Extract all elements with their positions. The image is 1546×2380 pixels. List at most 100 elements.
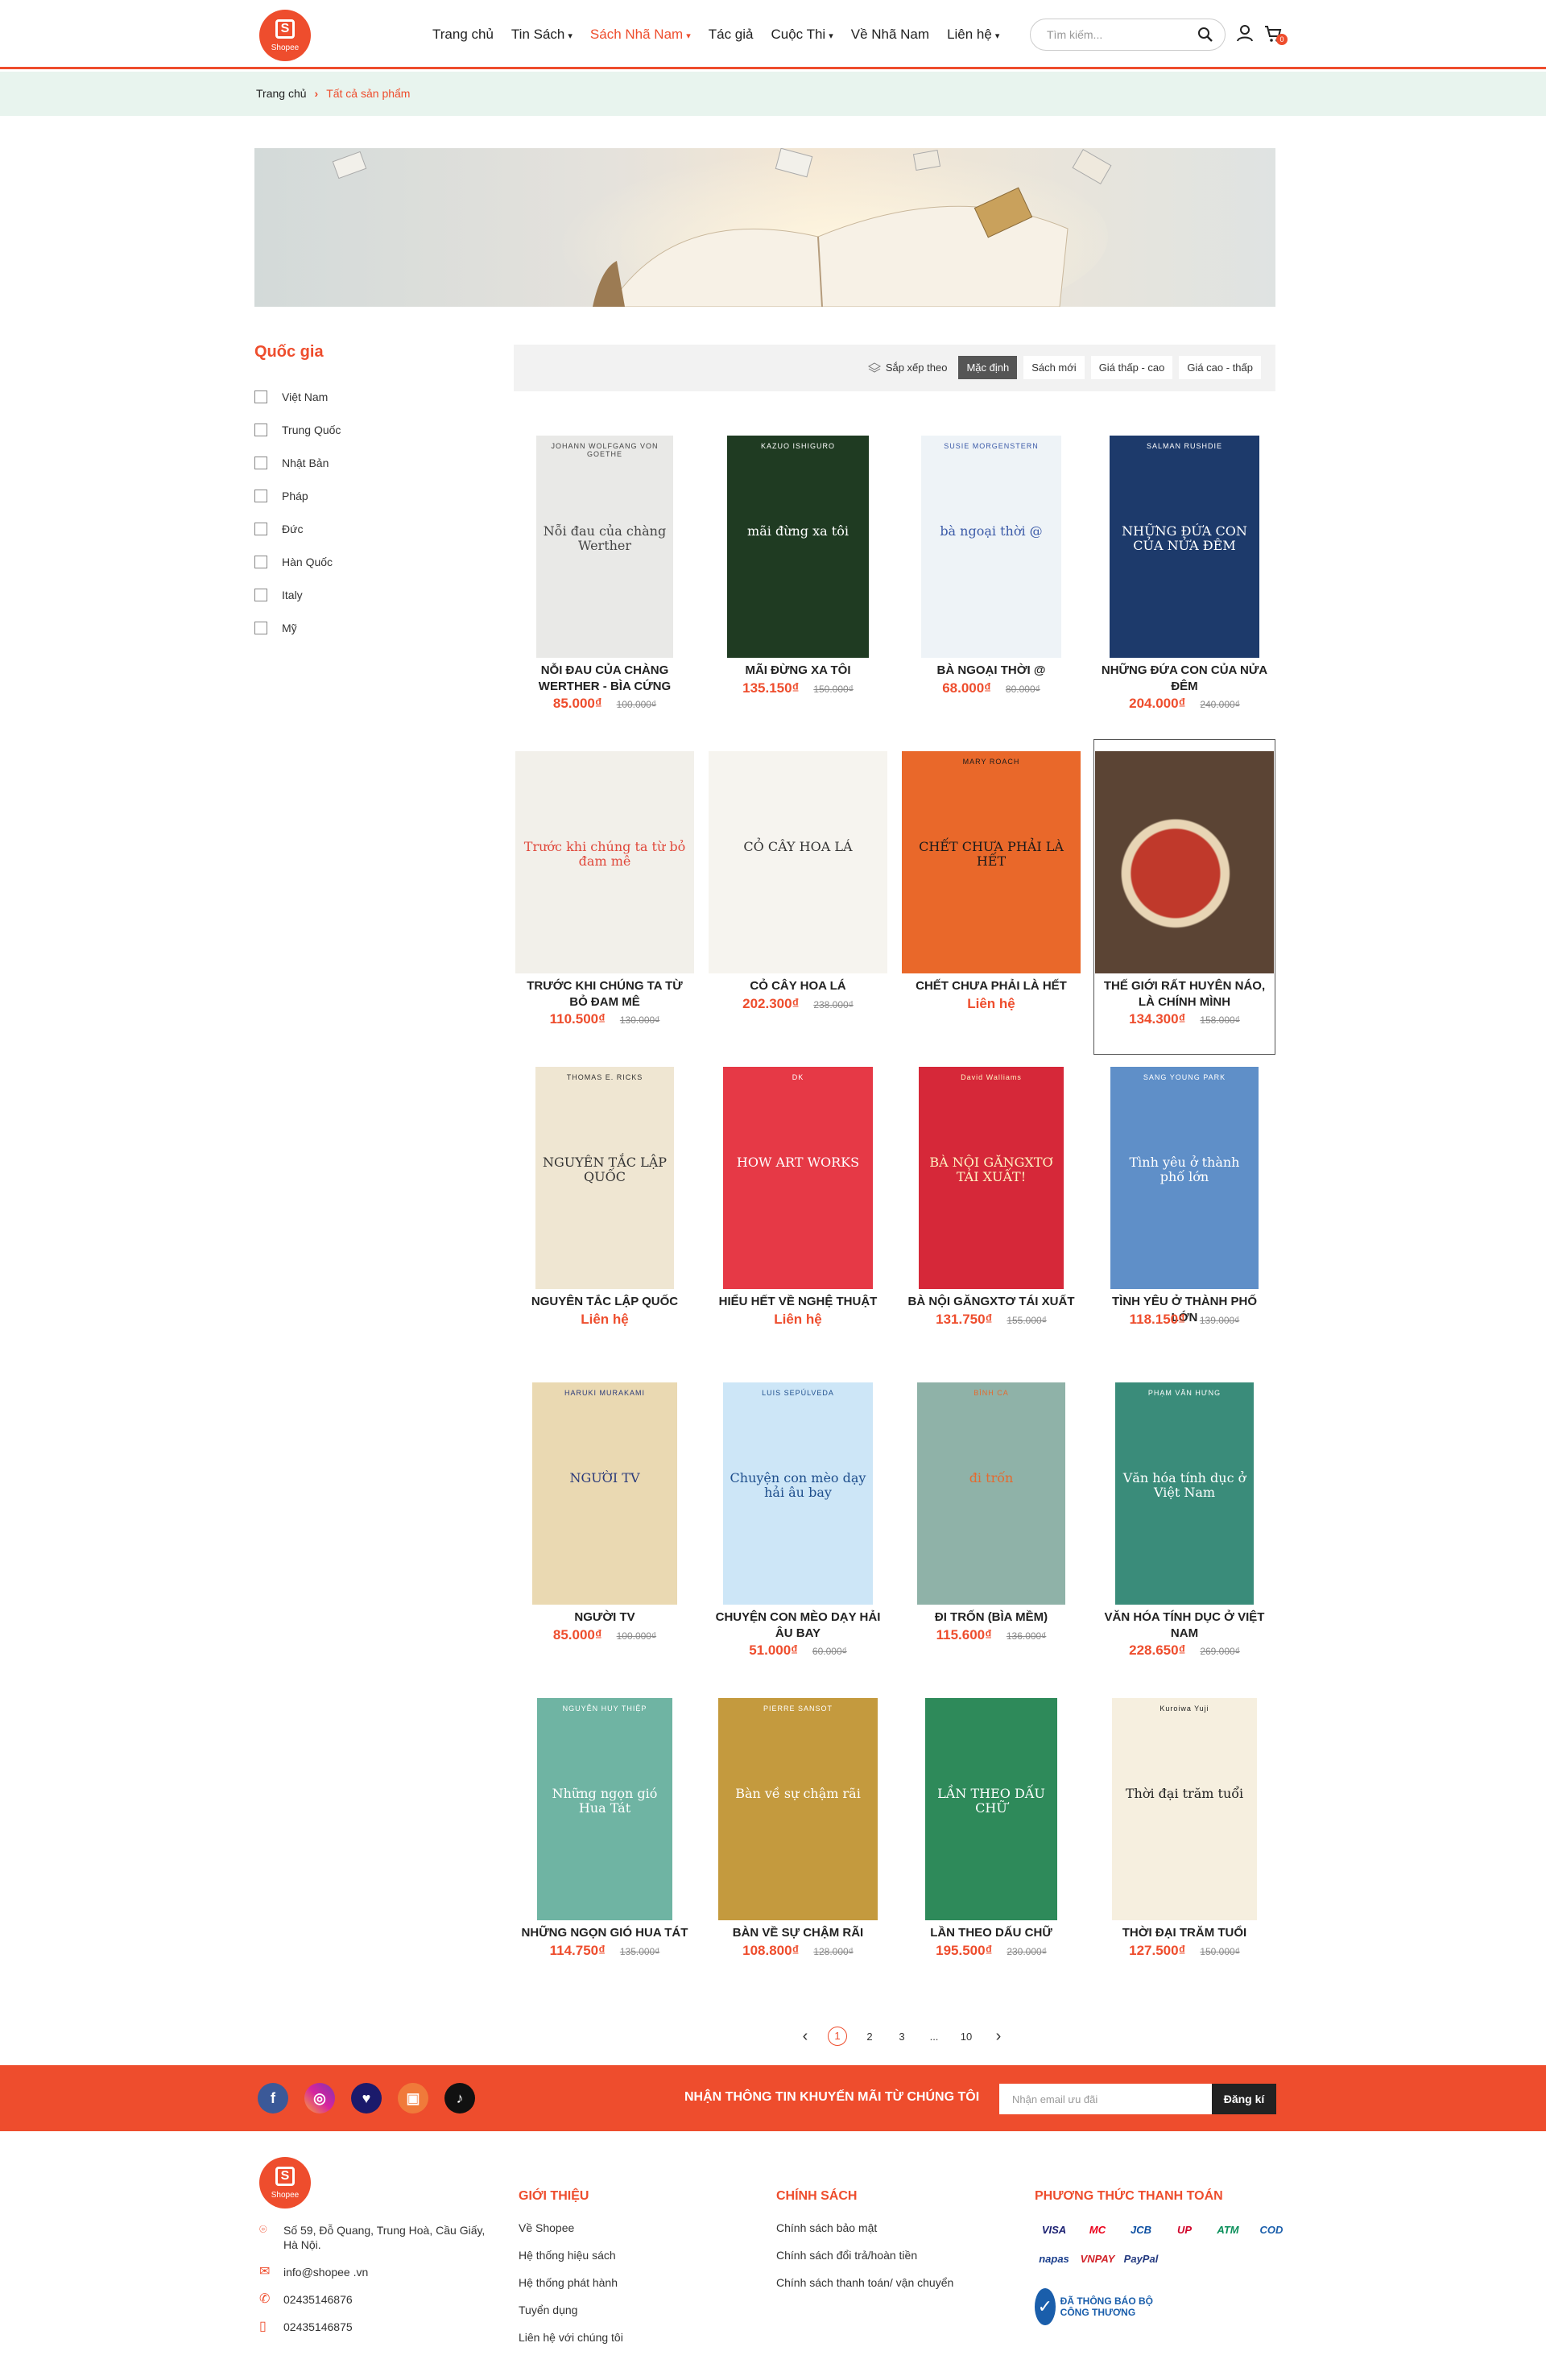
footer-logo[interactable]: S Shopee: [259, 2157, 311, 2209]
footer-link[interactable]: Hệ thống hiệu sách: [519, 2249, 623, 2262]
sort-option[interactable]: Giá cao - thấp: [1179, 356, 1261, 379]
product-card[interactable]: LUIS SEPÚLVEDA Chuyện con mèo dạy hải âu …: [707, 1370, 889, 1686]
product-name[interactable]: Bàn về sự chậm rãi: [714, 1925, 882, 1941]
product-card[interactable]: DK HOW ART WORKS Hiểu hết về nghệ thuật Liê…: [707, 1055, 889, 1370]
book-cover[interactable]: LẦN THEO DẤU CHỮ: [925, 1698, 1057, 1920]
footer-link[interactable]: Chính sách thanh toán/ vận chuyển: [776, 2276, 953, 2289]
product-card[interactable]: SALMAN RUSHDIE NHỮNG ĐỨA CON CỦA NỬA ĐÊM N…: [1093, 424, 1275, 739]
user-icon[interactable]: [1236, 24, 1254, 42]
product-name[interactable]: Bà ngoại thời @: [907, 663, 1075, 679]
filter-option[interactable]: Trung Quốc: [254, 413, 415, 446]
lazada-icon[interactable]: ♥: [351, 2083, 382, 2113]
product-name[interactable]: Trước khi chúng ta từ bỏ đam mê: [521, 978, 688, 1010]
search-input[interactable]: Tìm kiếm...: [1047, 28, 1102, 41]
checkbox[interactable]: [254, 489, 267, 502]
filter-option[interactable]: Pháp: [254, 479, 415, 512]
filter-option[interactable]: Hàn Quốc: [254, 545, 415, 578]
facebook-icon[interactable]: f: [258, 2083, 288, 2113]
book-cover[interactable]: NGUYỄN HUY THIỆP Những ngọn gió Hua Tát: [537, 1698, 672, 1920]
nav-item-4[interactable]: Cuộc Thi ▾: [771, 24, 833, 45]
product-name[interactable]: Chết chưa phải là hết: [907, 978, 1075, 994]
phone-1[interactable]: 02435146876: [283, 2292, 353, 2307]
product-name[interactable]: Mãi đừng xa tôi: [714, 663, 882, 679]
book-cover[interactable]: SUSIE MORGENSTERN bà ngoại thời @: [921, 436, 1061, 658]
book-cover[interactable]: SALMAN RUSHDIE NHỮNG ĐỨA CON CỦA NỬA ĐÊM: [1110, 436, 1259, 658]
book-cover[interactable]: DK HOW ART WORKS: [723, 1067, 873, 1289]
product-card[interactable]: CỎ CÂY HOA LÁ Cỏ cây hoa lá 202.300₫ 238.00…: [707, 739, 889, 1055]
product-card[interactable]: SUSIE MORGENSTERN bà ngoại thời @ Bà ngoại…: [900, 424, 1082, 739]
product-card[interactable]: PIERRE SANSOT Bàn về sự chậm rãi Bàn về sự…: [707, 1686, 889, 2002]
sort-option[interactable]: Mặc định: [958, 356, 1018, 379]
search-box[interactable]: Tìm kiếm...: [1030, 19, 1226, 51]
product-card[interactable]: THOMAS E. RICKS NGUYÊN TẮC LẬP QUỐC Nguyên…: [514, 1055, 696, 1370]
product-name[interactable]: Chuyện con mèo dạy hải âu bay: [714, 1609, 882, 1642]
product-name[interactable]: Nỗi đau của chàng Werther - bìa cứng: [521, 663, 688, 695]
filter-option[interactable]: Nhật Bản: [254, 446, 415, 479]
next-page-button[interactable]: ›: [982, 2027, 1015, 2046]
book-cover[interactable]: David Walliams BÀ NỘI GĂNGXTƠ TÁI XUẤT!: [919, 1067, 1064, 1289]
filter-option[interactable]: Việt Nam: [254, 380, 415, 413]
book-cover[interactable]: BÌNH CA đi trốn: [917, 1382, 1065, 1605]
nav-item-6[interactable]: Liên hệ ▾: [947, 24, 999, 45]
product-name[interactable]: Hiểu hết về nghệ thuật: [714, 1294, 882, 1310]
page-number[interactable]: 10: [961, 2031, 972, 2043]
page-number[interactable]: 1: [828, 2027, 847, 2046]
product-name[interactable]: Đi trốn (bìa mềm): [907, 1609, 1075, 1626]
nav-item-3[interactable]: Tác giả: [709, 24, 754, 45]
page-3[interactable]: 3: [886, 2031, 918, 2043]
page-...[interactable]: ...: [918, 2031, 950, 2043]
product-name[interactable]: Cỏ cây hoa lá: [714, 978, 882, 994]
book-cover[interactable]: PIERRE SANSOT Bàn về sự chậm rãi: [718, 1698, 878, 1920]
product-name[interactable]: Thời đại trăm tuổi: [1101, 1925, 1268, 1941]
footer-link[interactable]: Chính sách đổi trả/hoàn tiền: [776, 2249, 953, 2262]
product-card[interactable]: HARUKI MURAKAMI NGƯỜI TV Người TV 85.000₫ 10…: [514, 1370, 696, 1686]
product-name[interactable]: Thế giới rất huyên náo, là chính mình: [1101, 978, 1268, 1010]
product-name[interactable]: Những đứa con của nửa đêm: [1101, 663, 1268, 695]
book-cover[interactable]: PHẠM VĂN HƯNG Văn hóa tính dục ở Việt Nam: [1115, 1382, 1254, 1605]
book-cover[interactable]: Trước khi chúng ta từ bỏ đam mê: [515, 751, 694, 973]
breadcrumb-home[interactable]: Trang chủ: [256, 87, 307, 100]
product-name[interactable]: Những ngọn gió Hua Tát: [521, 1925, 688, 1941]
page-number[interactable]: 2: [866, 2031, 872, 2043]
book-cover[interactable]: LUIS SEPÚLVEDA Chuyện con mèo dạy hải âu …: [723, 1382, 873, 1605]
newsletter-submit-button[interactable]: Đăng kí: [1212, 2084, 1276, 2114]
newsletter-email-input[interactable]: Nhận email ưu đãi: [999, 2084, 1212, 2114]
filter-option[interactable]: Mỹ: [254, 611, 415, 644]
footer-link[interactable]: Hệ thống phát hành: [519, 2276, 623, 2289]
checkbox[interactable]: [254, 456, 267, 469]
prev-page-button[interactable]: ‹: [789, 2027, 821, 2046]
product-name[interactable]: Người TV: [521, 1609, 688, 1626]
footer-link[interactable]: Chính sách bảo mật: [776, 2221, 953, 2234]
page-10[interactable]: 10: [950, 2031, 982, 2043]
page-2[interactable]: 2: [854, 2031, 886, 2043]
page-number[interactable]: ...: [930, 2031, 939, 2043]
filter-option[interactable]: Italy: [254, 578, 415, 611]
checkbox[interactable]: [254, 522, 267, 535]
product-name[interactable]: Lần theo dấu chữ: [907, 1925, 1075, 1941]
footer-link[interactable]: Liên hệ với chúng tôi: [519, 2331, 623, 2344]
book-cover[interactable]: Kuroiwa Yuji Thời đại trăm tuổi: [1112, 1698, 1257, 1920]
nav-item-2[interactable]: Sách Nhã Nam ▾: [590, 24, 691, 45]
book-cover[interactable]: MARY ROACH CHẾT CHƯA PHẢI LÀ HẾT: [902, 751, 1081, 973]
book-cover[interactable]: KAZUO ISHIGURO mãi đừng xa tôi: [727, 436, 869, 658]
book-cover[interactable]: CỎ CÂY HOA LÁ: [709, 751, 887, 973]
nav-item-5[interactable]: Về Nhã Nam: [851, 24, 929, 45]
product-card[interactable]: NGUYỄN HUY THIỆP Những ngọn gió Hua Tát Nh…: [514, 1686, 696, 2002]
sort-option[interactable]: Sách mới: [1023, 356, 1085, 379]
nav-item-1[interactable]: Tin Sách ▾: [511, 24, 573, 45]
checkbox[interactable]: [254, 588, 267, 601]
checkbox[interactable]: [254, 621, 267, 634]
product-card[interactable]: SANG YOUNG PARK Tình yêu ở thành phố lớn T…: [1093, 1055, 1275, 1370]
shopee-logo[interactable]: S Shopee: [259, 10, 311, 61]
filter-option[interactable]: Đức: [254, 512, 415, 545]
page-1[interactable]: 1: [821, 2027, 854, 2046]
book-cover[interactable]: THOMAS E. RICKS NGUYÊN TẮC LẬP QUỐC: [535, 1067, 674, 1289]
checkbox[interactable]: [254, 390, 267, 403]
shopee-icon[interactable]: ▣: [398, 2083, 428, 2113]
book-cover[interactable]: HARUKI MURAKAMI NGƯỜI TV: [532, 1382, 677, 1605]
instagram-icon[interactable]: ◎: [304, 2083, 335, 2113]
footer-link[interactable]: Về Shopee: [519, 2221, 623, 2234]
email[interactable]: info@shopee .vn: [283, 2265, 368, 2279]
product-card[interactable]: Kuroiwa Yuji Thời đại trăm tuổi Thời đại t…: [1093, 1686, 1275, 2002]
product-name[interactable]: Văn hóa tính dục ở Việt Nam: [1101, 1609, 1268, 1642]
